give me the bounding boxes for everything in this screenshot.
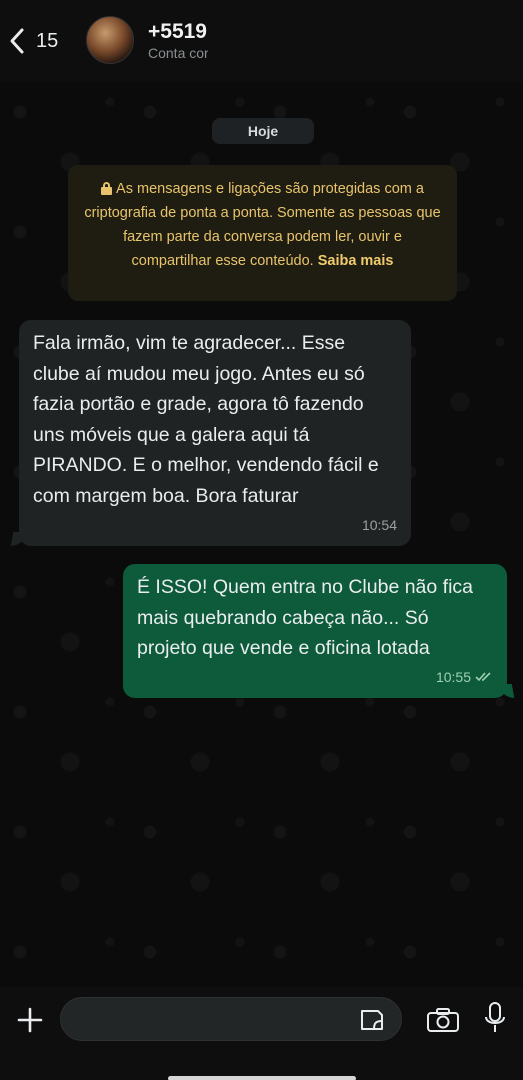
mic-icon[interactable] — [484, 1001, 506, 1037]
camera-icon[interactable] — [426, 1007, 460, 1033]
home-indicator — [168, 1076, 356, 1080]
encryption-notice[interactable]: As mensagens e ligações são protegidas c… — [68, 165, 457, 301]
plus-icon[interactable] — [16, 1006, 44, 1034]
message-input[interactable] — [60, 997, 402, 1041]
back-button[interactable]: 15 — [8, 24, 58, 58]
contact-info[interactable]: +5519 Conta comercial — [148, 20, 208, 62]
contact-name: +5519 — [148, 20, 207, 43]
message-text: Fala irmão, vim te agradecer... Esse clu… — [33, 332, 379, 507]
contact-subtitle: Conta comercial — [148, 45, 208, 61]
learn-more-link[interactable]: Saiba mais — [318, 253, 394, 269]
double-check-icon — [475, 672, 491, 681]
message-bubble-outgoing[interactable]: É ISSO! Quem entra no Clube não fica mai… — [123, 564, 507, 698]
chat-area[interactable]: Hoje As mensagens e ligações são protegi… — [0, 82, 523, 987]
message-meta: 10:55 — [436, 662, 493, 693]
date-chip: Hoje — [212, 118, 314, 144]
message-time: 10:54 — [361, 516, 397, 533]
unread-count: 15 — [36, 29, 59, 52]
lock-icon — [101, 182, 113, 195]
message-time: 10:55 — [435, 668, 471, 685]
avatar[interactable] — [86, 16, 134, 64]
message-composer — [0, 987, 523, 1080]
sticker-icon[interactable] — [358, 1007, 386, 1033]
chevron-left-icon — [10, 28, 24, 54]
message-text: É ISSO! Quem entra no Clube não fica mai… — [137, 576, 474, 659]
message-bubble-incoming[interactable]: Fala irmão, vim te agradecer... Esse clu… — [19, 320, 411, 546]
chat-header: 15 +5519 Conta comercial — [0, 0, 523, 82]
